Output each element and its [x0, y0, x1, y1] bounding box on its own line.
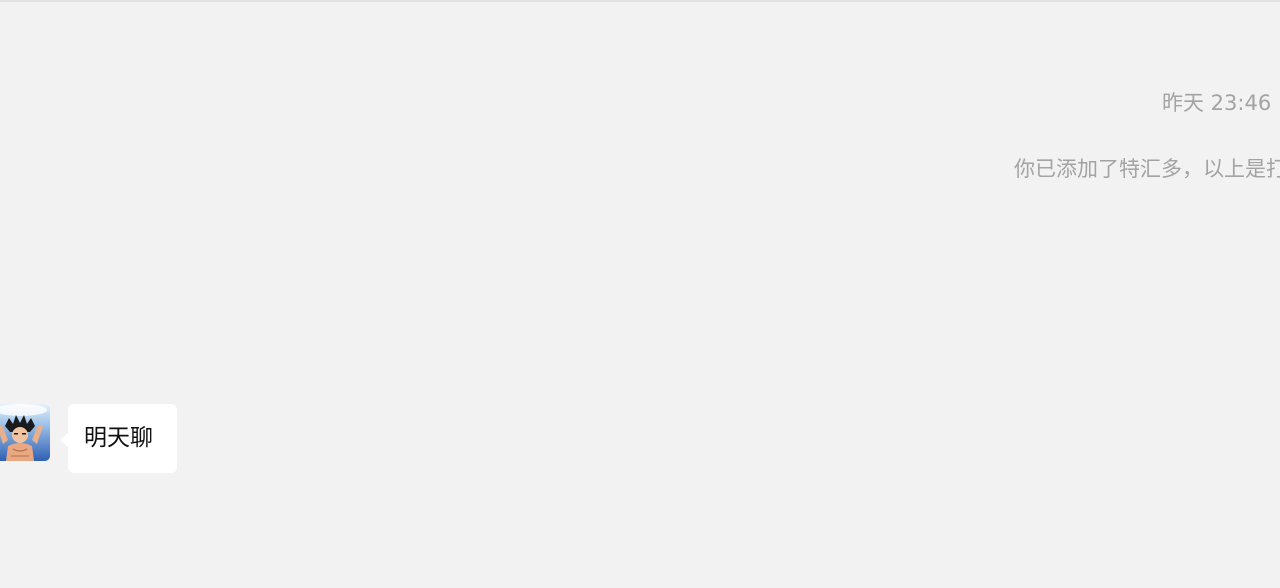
cartoon-character-avatar-icon — [0, 404, 50, 461]
contact-avatar[interactable] — [0, 404, 50, 461]
message-timestamp: 昨天 23:46 — [1162, 91, 1272, 115]
chat-message-area[interactable]: 昨天 23:46 你已添加了特汇多，以上是打 明天聊 — [0, 0, 1280, 588]
system-notice: 你已添加了特汇多，以上是打 — [1014, 157, 1280, 181]
message-bubble[interactable]: 明天聊 — [68, 404, 177, 473]
